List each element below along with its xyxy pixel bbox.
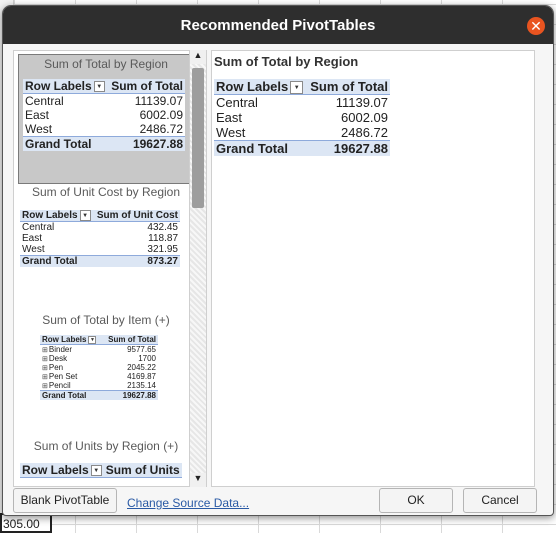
active-cell[interactable]: 305.00 <box>0 513 52 533</box>
table-row: Central 11139.07 <box>25 94 183 108</box>
blank-pivottable-button[interactable]: Blank PivotTable <box>13 488 117 513</box>
preview-title: Sum of Total by Region <box>44 57 168 71</box>
header-value: Sum of Total <box>306 79 390 96</box>
header-row-labels: Row Labels <box>22 463 89 477</box>
filter-dropdown-icon: ▼ <box>90 465 102 477</box>
filter-dropdown-icon: ▼ <box>88 335 97 344</box>
preview-title: Sum of Total by Item (+) <box>42 313 170 327</box>
detail-table: Row Labels ▼ Sum of Total Central 11139.07… <box>214 79 390 157</box>
table-row: ⊞Binder 9577.65 <box>42 345 156 354</box>
arrow-up-icon[interactable]: ▲ <box>190 50 206 64</box>
preview-sum-total-by-region[interactable]: Sum of Total by Region Row Labels ▼ Sum o… <box>18 54 194 184</box>
filter-dropdown-icon: ▼ <box>93 81 105 93</box>
table-row: Central 11139.07 <box>216 95 388 111</box>
expand-icon: ⊞ <box>42 365 48 372</box>
preview-scrollbar[interactable]: ▲ ▼ <box>189 50 206 487</box>
expand-icon: ⊞ <box>42 383 48 390</box>
preview-table: Row Labels ▼ Sum of Total ⊞Binder 9577.65 … <box>40 335 158 400</box>
grand-total-row: Grand Total 19627.88 <box>40 390 158 400</box>
grand-total-row: Grand Total 19627.88 <box>23 136 185 151</box>
preview-table: Row Labels ▼ Sum of Total Central 11139.07… <box>23 79 185 151</box>
header-value: Sum of Total <box>102 335 158 345</box>
dialog-title: Recommended PivotTables <box>180 17 376 34</box>
ok-button[interactable]: OK <box>379 488 453 513</box>
table-row: ⊞Pencil 2135.14 <box>42 381 156 390</box>
preview-sum-units-by-region[interactable]: Sum of Units by Region (+) Row Labels ▼ S… <box>18 439 194 486</box>
table-row: Central 432.45 <box>22 222 178 234</box>
preview-sum-total-by-item[interactable]: Sum of Total by Item (+) Row Labels ▼ Sum… <box>18 313 194 433</box>
header-row-labels: Row Labels <box>22 210 78 222</box>
preview-table: Row Labels ▼ Sum of Unit Cost Central 432.… <box>20 210 180 268</box>
change-source-data-link[interactable]: Change Source Data... <box>127 496 249 510</box>
table-row: ⊞Pen 2045.22 <box>42 363 156 372</box>
table-row: East 6002.09 <box>216 110 388 126</box>
arrow-down-icon[interactable]: ▼ <box>190 473 206 487</box>
cancel-button[interactable]: Cancel <box>463 488 537 513</box>
close-icon[interactable]: ✕ <box>527 17 545 35</box>
header-row-labels: Row Labels <box>42 335 87 344</box>
grand-total-row: Grand Total 873.27 <box>20 255 180 268</box>
preview-sum-unit-cost-by-region[interactable]: Sum of Unit Cost by Region Row Labels ▼ S… <box>18 185 194 297</box>
header-value: Sum of Units <box>103 463 182 478</box>
expand-icon: ⊞ <box>42 374 48 381</box>
grand-total-row: Grand Total 19627.88 <box>214 140 390 157</box>
expand-icon: ⊞ <box>42 347 48 354</box>
preview-title: Sum of Units by Region (+) <box>33 439 179 453</box>
expand-icon: ⊞ <box>42 356 48 363</box>
table-row: West 321.95 <box>22 244 178 256</box>
header-value: Sum of Total <box>108 79 185 94</box>
header-value: Sum of Unit Cost <box>93 210 180 223</box>
recommended-pivottables-dialog: Recommended PivotTables ✕ Sum of Total b… <box>2 5 554 516</box>
pivot-preview-list[interactable]: Sum of Total by Region Row Labels ▼ Sum o… <box>13 50 207 487</box>
table-row: East 6002.09 <box>25 108 183 122</box>
detail-title: Sum of Total by Region <box>214 54 359 69</box>
table-row: East 118.87 <box>22 233 178 245</box>
header-row-labels: Row Labels <box>25 79 92 93</box>
preview-table: Row Labels ▼ Sum of Units <box>20 463 182 478</box>
filter-dropdown-icon: ▼ <box>79 210 91 221</box>
title-bar: Recommended PivotTables ✕ <box>3 6 553 44</box>
table-row: ⊞Desk 1700 <box>42 354 156 363</box>
filter-dropdown-icon: ▼ <box>290 81 304 95</box>
table-row: ⊞Pen Set 4169.87 <box>42 372 156 381</box>
header-row-labels: Row Labels <box>216 79 289 94</box>
table-row: West 2486.72 <box>25 122 183 136</box>
pivot-detail-pane: Sum of Total by Region Row Labels ▼ Sum o… <box>211 50 535 487</box>
scrollbar-thumb[interactable] <box>192 68 204 208</box>
preview-title: Sum of Unit Cost by Region <box>31 185 181 199</box>
table-row: West 2486.72 <box>216 125 388 141</box>
